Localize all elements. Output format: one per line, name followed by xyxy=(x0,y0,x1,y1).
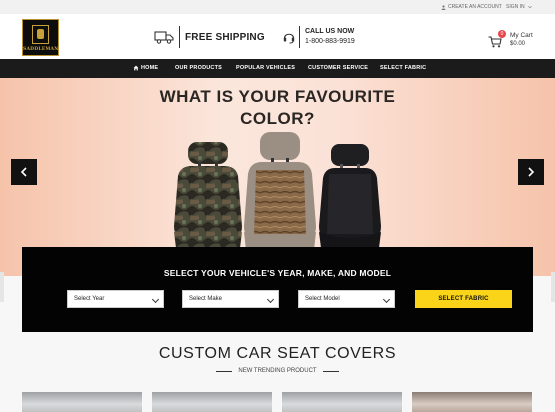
phone-number[interactable]: 1-800-883-9919 xyxy=(305,37,355,47)
chevron-left-icon xyxy=(20,167,27,177)
home-icon xyxy=(133,65,139,71)
section-subtitle-text: NEW TRENDING PRODUCT xyxy=(238,368,317,374)
product-thumbnail[interactable] xyxy=(282,392,402,412)
camo-seat-cover-image xyxy=(174,142,242,248)
model-select-value: Select Model xyxy=(305,296,340,302)
year-select-value: Select Year xyxy=(74,296,105,302)
divider xyxy=(216,370,233,372)
create-account-label: CREATE AN ACCOUNT xyxy=(448,4,502,10)
hero-headline-line2: COLOR? xyxy=(240,109,315,128)
vehicle-selector-title: SELECT YOUR VEHICLE'S YEAR, MAKE, AND MO… xyxy=(163,268,392,278)
section-title: CUSTOM CAR SEAT COVERS xyxy=(158,345,397,362)
main-navigation: HOME OUR PRODUCTS POPULAR VEHICLES CUSTO… xyxy=(0,59,555,78)
make-select-value: Select Make xyxy=(189,296,223,302)
chevron-down-icon xyxy=(151,295,160,304)
nav-label: SELECT FABRIC xyxy=(380,65,427,71)
make-select[interactable]: Select Make xyxy=(182,290,279,308)
hero-headline: WHAT IS YOUR FAVOURITE COLOR? xyxy=(0,86,555,130)
logo-emblem xyxy=(32,25,49,44)
user-icon xyxy=(441,4,446,10)
hero-prev-arrow[interactable] xyxy=(11,159,37,185)
logo-wordmark: SADDLEMAN xyxy=(23,47,59,52)
truck-icon xyxy=(154,31,174,44)
chevron-down-icon xyxy=(382,295,391,304)
nav-label: HOME xyxy=(141,65,159,71)
black-seat-cover-image xyxy=(319,144,381,248)
side-edge-left xyxy=(0,272,4,302)
headset-icon xyxy=(283,33,295,43)
call-us-block: CALL US NOW 1-800-883-9919 xyxy=(283,26,355,48)
product-thumbnail[interactable] xyxy=(412,392,532,412)
product-thumbnail[interactable] xyxy=(152,392,272,412)
chevron-down-icon xyxy=(266,295,275,304)
chevron-right-icon xyxy=(528,167,535,177)
nav-item-popular-vehicles[interactable]: POPULAR VEHICLES xyxy=(236,65,295,71)
cart-amount: $0.00 xyxy=(510,41,526,47)
tan-seat-cover-image xyxy=(244,132,316,250)
select-fabric-button[interactable]: SELECT FABRIC xyxy=(415,290,512,308)
nav-item-select-fabric[interactable]: SELECT FABRIC xyxy=(380,65,426,71)
nav-label: OUR PRODUCTS xyxy=(175,65,223,71)
hero-next-arrow[interactable] xyxy=(518,159,544,185)
chevron-down-icon xyxy=(527,5,532,9)
sign-in-label: SIGN IN xyxy=(506,4,525,10)
cart-label: My Cart xyxy=(510,32,533,39)
site-header: SADDLEMAN FREE SHIPPING CALL US NOW 1-80… xyxy=(0,14,555,59)
divider xyxy=(322,370,339,372)
section-subtitle: NEW TRENDING PRODUCT xyxy=(0,366,555,376)
brand-logo[interactable]: SADDLEMAN xyxy=(22,19,59,56)
free-shipping-text: FREE SHIPPING xyxy=(185,31,265,43)
vehicle-selector-panel: SELECT YOUR VEHICLE'S YEAR, MAKE, AND MO… xyxy=(22,247,533,332)
nav-label: POPULAR VEHICLES xyxy=(236,65,296,71)
call-us-label: CALL US NOW xyxy=(305,28,355,35)
divider xyxy=(299,26,300,48)
model-select[interactable]: Select Model xyxy=(298,290,395,308)
cart-count-badge: 0 xyxy=(498,30,506,38)
nav-label: CUSTOMER SERVICE xyxy=(308,65,369,71)
nav-item-our-products[interactable]: OUR PRODUCTS xyxy=(175,65,222,71)
utility-bar: CREATE AN ACCOUNT SIGN IN xyxy=(0,0,555,14)
divider xyxy=(179,26,180,48)
nav-item-home[interactable]: HOME xyxy=(133,65,158,71)
hero-headline-line1: WHAT IS YOUR FAVOURITE xyxy=(159,87,396,106)
create-account-link[interactable]: CREATE AN ACCOUNT xyxy=(441,4,502,10)
sign-in-link[interactable]: SIGN IN xyxy=(506,4,532,10)
side-edge-right xyxy=(551,272,555,302)
year-select[interactable]: Select Year xyxy=(67,290,164,308)
nav-item-customer-service[interactable]: CUSTOMER SERVICE xyxy=(308,65,368,71)
product-thumbnail[interactable] xyxy=(22,392,142,412)
free-shipping-banner: FREE SHIPPING xyxy=(154,26,265,48)
mini-cart[interactable]: 0 My Cart $0.00 xyxy=(488,30,548,54)
